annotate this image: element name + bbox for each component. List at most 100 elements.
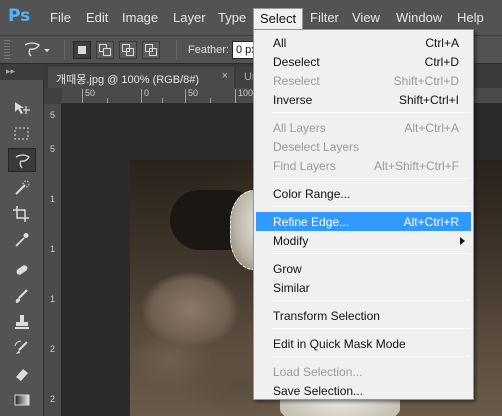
gradient-icon: [14, 394, 30, 406]
ruler-label: 5: [50, 110, 56, 120]
menu-view[interactable]: View: [352, 10, 380, 26]
menu-item-color-range[interactable]: Color Range...: [256, 184, 471, 203]
menu-item-label: Similar: [273, 281, 310, 295]
ruler-tick: [210, 98, 211, 103]
tools-panel-header[interactable]: ▸▸: [0, 64, 44, 80]
menu-item-transform-selection[interactable]: Transform Selection: [256, 306, 471, 325]
intersect-selection-icon-2: [149, 48, 157, 56]
menu-type[interactable]: Type: [218, 10, 246, 26]
eraser-tool[interactable]: [8, 362, 36, 386]
menu-item-similar[interactable]: Similar: [256, 278, 471, 297]
marquee-icon: [14, 127, 29, 140]
ruler-tick: [162, 98, 163, 103]
menu-item-shortcut: Ctrl+A: [425, 36, 459, 50]
menu-item-shortcut: Alt+Shift+Ctrl+F: [373, 159, 459, 173]
ruler-tick: [107, 98, 108, 103]
quick-select-tool[interactable]: [8, 176, 36, 200]
select-menu-dropdown: All Ctrl+A Deselect Ctrl+D Reselect Shif…: [253, 29, 474, 400]
ruler-label: 1: [50, 194, 56, 204]
ruler-tick: [141, 89, 142, 103]
healing-brush-icon: [16, 265, 28, 275]
lasso-preset-icon: [24, 42, 50, 57]
menu-separator: [272, 178, 470, 179]
menu-item-all[interactable]: All Ctrl+A: [256, 33, 471, 52]
new-selection-icon: [78, 46, 86, 54]
menu-item-label: Transform Selection: [273, 309, 380, 323]
move-icon: [15, 102, 30, 114]
ruler-tick: [235, 89, 236, 103]
menu-item-label: All: [273, 36, 287, 50]
menu-item-modify[interactable]: Modify: [256, 231, 471, 250]
collapse-arrows-icon: ▸▸: [6, 66, 16, 76]
photoshop-logo[interactable]: Ps: [8, 6, 30, 26]
gradient-tool[interactable]: [8, 388, 36, 412]
menu-item-deselect-layers[interactable]: Deselect Layers: [256, 137, 471, 156]
move-tool[interactable]: [8, 96, 36, 120]
menu-separator: [272, 328, 470, 329]
menu-item-label: Inverse: [273, 93, 313, 107]
add-to-selection-button[interactable]: [96, 41, 114, 59]
menu-item-label: Edit in Quick Mask Mode: [273, 337, 406, 351]
menu-help[interactable]: Help: [457, 10, 484, 26]
menu-item-deselect[interactable]: Deselect Ctrl+D: [256, 52, 471, 71]
marquee-tool[interactable]: [8, 122, 36, 146]
subtract-from-selection-button[interactable]: [119, 41, 137, 59]
menu-item-label: Grow: [273, 262, 302, 276]
ruler-label: 2: [50, 344, 56, 354]
menu-item-save-selection[interactable]: Save Selection...: [256, 381, 471, 400]
menu-image[interactable]: Image: [122, 10, 158, 26]
menu-item-inverse[interactable]: Inverse Shift+Ctrl+I: [256, 90, 471, 109]
menu-item-label: Modify: [273, 234, 309, 248]
crop-tool[interactable]: [8, 202, 36, 226]
tab-document-label: 개때몽.jpg @ 100% (RGB/8#): [56, 74, 200, 86]
crop-icon: [13, 206, 29, 222]
brush-icon: [15, 289, 28, 303]
menu-select[interactable]: Select: [253, 8, 304, 30]
menu-item-shortcut: Shift+Ctrl+I: [398, 93, 459, 107]
menu-file[interactable]: File: [50, 10, 71, 26]
quick-select-icon: [15, 180, 30, 195]
menu-item-reselect[interactable]: Reselect Shift+Ctrl+D: [256, 71, 471, 90]
new-selection-button[interactable]: [73, 41, 91, 59]
ruler-label: 100: [238, 88, 254, 98]
menu-separator: [272, 112, 470, 113]
menu-item-all-layers[interactable]: All Layers Alt+Ctrl+A: [256, 118, 471, 137]
eyedropper-tool[interactable]: [8, 228, 36, 252]
menu-item-label: Reselect: [273, 74, 320, 88]
feather-label: Feather:: [188, 44, 229, 56]
lasso-tool[interactable]: [8, 148, 36, 172]
ruler-corner: [44, 88, 62, 104]
add-selection-icon-2: [103, 48, 111, 56]
menu-item-label: Deselect Layers: [273, 140, 360, 154]
menu-separator: [272, 253, 470, 254]
menu-layer[interactable]: Layer: [173, 10, 206, 26]
ruler-tick: [185, 89, 186, 103]
history-brush-tool[interactable]: [8, 336, 36, 360]
healing-brush-tool[interactable]: [8, 258, 36, 282]
menu-edit[interactable]: Edit: [86, 10, 108, 26]
menu-item-grow[interactable]: Grow: [256, 259, 471, 278]
intersect-selection-button[interactable]: [142, 41, 160, 59]
menu-item-label: Save Selection...: [273, 384, 364, 398]
menu-window[interactable]: Window: [396, 10, 442, 26]
menu-item-label: Refine Edge...: [273, 215, 350, 229]
tab-close-icon[interactable]: ×: [222, 70, 228, 82]
brush-tool[interactable]: [8, 284, 36, 308]
tool-preset-picker[interactable]: [22, 40, 52, 60]
ruler-label: 50: [85, 88, 96, 98]
menu-item-refine-edge[interactable]: Refine Edge... Alt+Ctrl+R: [256, 212, 471, 231]
menu-item-load-selection[interactable]: Load Selection...: [256, 362, 471, 381]
tab-document[interactable]: 개때몽.jpg @ 100% (RGB/8#) ×: [48, 67, 234, 88]
lasso-icon: [15, 154, 30, 169]
ruler-label: 50: [188, 88, 199, 98]
menu-item-quick-mask[interactable]: Edit in Quick Mask Mode: [256, 334, 471, 353]
menu-filter[interactable]: Filter: [310, 10, 339, 26]
eyedropper-icon: [15, 233, 29, 247]
clone-stamp-tool[interactable]: [8, 310, 36, 334]
options-grip[interactable]: [4, 40, 10, 60]
ruler-label: 1: [50, 294, 56, 304]
menu-separator: [272, 356, 470, 357]
history-brush-icon: [14, 340, 28, 354]
ruler-tick: [82, 89, 83, 103]
menu-item-find-layers[interactable]: Find Layers Alt+Shift+Ctrl+F: [256, 156, 471, 175]
